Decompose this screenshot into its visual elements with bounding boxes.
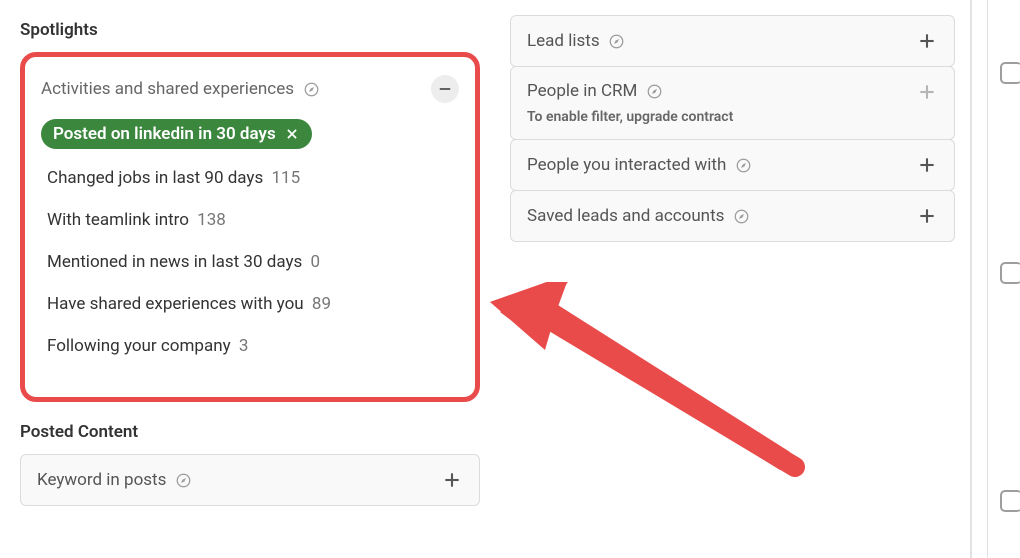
option-count: 138 xyxy=(197,210,226,230)
spotlight-activities-box: Activities and shared experiences Pos xyxy=(20,52,480,402)
option-label: Have shared experiences with you xyxy=(47,294,304,314)
expand-icon[interactable] xyxy=(916,30,938,52)
option-following-company[interactable]: Following your company 3 xyxy=(41,325,459,367)
saved-leads-card[interactable]: Saved leads and accounts xyxy=(510,190,955,242)
posted-linkedin-pill[interactable]: Posted on linkedin in 30 days xyxy=(41,119,312,149)
people-interacted-card[interactable]: People you interacted with xyxy=(510,139,955,191)
expand-icon-disabled xyxy=(916,81,938,103)
keyword-in-posts-card[interactable]: Keyword in posts xyxy=(20,454,480,506)
right-filters-column: Lead lists People in CRM xyxy=(510,0,955,506)
option-label: With teamlink intro xyxy=(47,210,189,230)
option-count: 0 xyxy=(311,252,321,272)
people-in-crm-label: People in CRM xyxy=(527,81,637,101)
compass-icon xyxy=(645,82,663,100)
lead-lists-card[interactable]: Lead lists xyxy=(510,15,955,67)
people-interacted-label: People you interacted with xyxy=(527,155,726,175)
pill-remove-button[interactable] xyxy=(284,126,300,142)
collapse-button[interactable] xyxy=(431,75,459,103)
option-label: Following your company xyxy=(47,336,231,356)
activities-title-row: Activities and shared experiences xyxy=(41,79,320,99)
option-count: 115 xyxy=(271,168,300,188)
option-teamlink[interactable]: With teamlink intro 138 xyxy=(41,199,459,241)
compass-icon xyxy=(302,80,320,98)
checkbox[interactable] xyxy=(1000,490,1020,512)
compass-icon xyxy=(608,32,626,50)
checkbox[interactable] xyxy=(1000,262,1020,284)
compass-icon xyxy=(732,207,750,225)
people-in-crm-card[interactable]: People in CRM To enable filter, upgrade … xyxy=(510,66,955,140)
expand-icon[interactable] xyxy=(916,154,938,176)
option-count: 89 xyxy=(312,294,331,314)
option-changed-jobs[interactable]: Changed jobs in last 90 days 115 xyxy=(41,157,459,199)
option-count: 3 xyxy=(239,336,249,356)
option-label: Mentioned in news in last 30 days xyxy=(47,252,302,272)
lead-lists-label: Lead lists xyxy=(527,31,600,51)
expand-icon[interactable] xyxy=(441,469,463,491)
option-label: Changed jobs in last 90 days xyxy=(47,168,263,188)
option-shared-exp[interactable]: Have shared experiences with you 89 xyxy=(41,283,459,325)
spotlight-header: Activities and shared experiences xyxy=(41,75,459,103)
spotlights-heading: Spotlights xyxy=(20,20,480,40)
option-mentioned-news[interactable]: Mentioned in news in last 30 days 0 xyxy=(41,241,459,283)
checkbox[interactable] xyxy=(1000,62,1020,84)
keyword-in-posts-label: Keyword in posts xyxy=(37,470,166,490)
activities-title: Activities and shared experiences xyxy=(41,79,294,99)
compass-icon xyxy=(734,156,752,174)
upgrade-contract-note: To enable filter, upgrade contract xyxy=(527,109,733,125)
pill-label: Posted on linkedin in 30 days xyxy=(53,124,276,144)
right-rail xyxy=(970,0,1020,558)
compass-icon xyxy=(174,471,192,489)
saved-leads-label: Saved leads and accounts xyxy=(527,206,724,226)
posted-content-heading: Posted Content xyxy=(20,422,480,442)
expand-icon[interactable] xyxy=(916,205,938,227)
spotlight-options: Changed jobs in last 90 days 115 With te… xyxy=(41,157,459,367)
